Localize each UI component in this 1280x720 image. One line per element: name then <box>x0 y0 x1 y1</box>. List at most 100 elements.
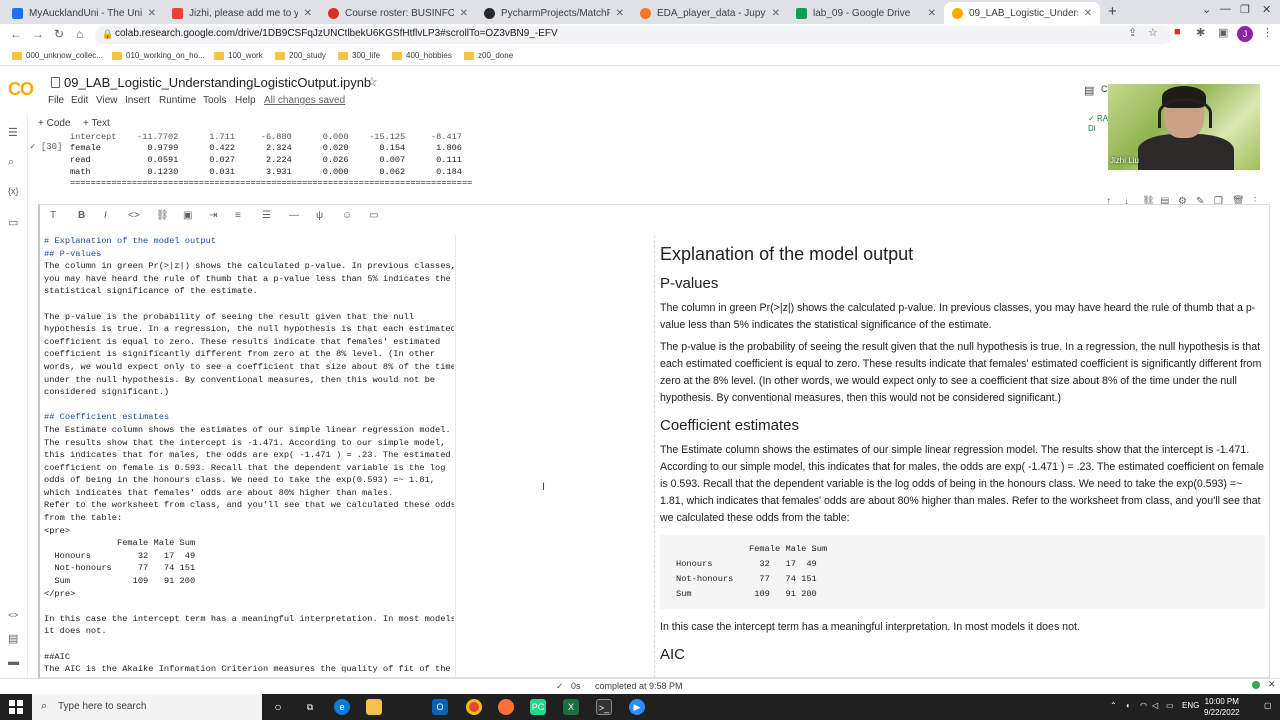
forward-icon[interactable]: → <box>32 27 44 41</box>
bookmark-folder[interactable]: 400_hobbies <box>392 51 452 60</box>
more-menu-icon[interactable]: ⋮ <box>1262 26 1273 39</box>
latex-psi-icon[interactable]: ψ <box>316 210 323 221</box>
bookmark-folder[interactable]: 100_work <box>214 51 263 60</box>
home-icon[interactable]: ⌂ <box>76 27 83 41</box>
tab-title: 09_LAB_Logistic_Understanding <box>969 7 1078 19</box>
close-icon[interactable]: ✕ <box>928 8 936 19</box>
code-icon[interactable]: <> <box>128 210 140 221</box>
star-icon[interactable]: ☆ <box>366 74 378 90</box>
windows-start-icon[interactable] <box>9 700 23 714</box>
menu-help[interactable]: Help <box>235 95 256 106</box>
tray-app-icon[interactable]: ◐ <box>1126 701 1131 710</box>
close-icon[interactable]: ✕ <box>304 8 312 19</box>
close-icon[interactable]: ✕ <box>1084 8 1092 19</box>
zoom-icon[interactable]: ▶ <box>629 699 645 715</box>
variables-icon[interactable]: {x} <box>8 186 19 196</box>
indent-icon[interactable]: ⇥ <box>209 210 217 221</box>
profile-avatar[interactable]: J <box>1237 26 1253 42</box>
bookmark-folder[interactable]: 000_unknow_collec... <box>12 51 103 60</box>
add-code-button[interactable]: + Code <box>38 118 71 129</box>
browser-tab[interactable]: Jizhi, please add me to your Lin ✕ <box>164 2 320 24</box>
outlook-icon[interactable]: O <box>432 699 448 715</box>
preview-layout-icon[interactable]: ▭ <box>369 210 378 221</box>
browser-tab[interactable]: lab_09 - Google Drive ✕ <box>788 2 944 24</box>
browser-tab[interactable]: Course roster: BUSINFO 704: Pr ✕ <box>320 2 476 24</box>
restore-icon[interactable]: ❐ <box>1240 3 1250 16</box>
reload-icon[interactable]: ↻ <box>54 27 64 41</box>
bold-icon[interactable]: B <box>78 210 85 221</box>
ram-disk-indicator[interactable]: ✓ RA Di <box>1088 114 1108 134</box>
code-snippets-icon[interactable]: <> <box>8 610 19 620</box>
italic-icon[interactable]: I <box>104 210 107 221</box>
close-window-icon[interactable]: ✕ <box>1262 3 1271 16</box>
menu-runtime[interactable]: Runtime <box>159 95 196 106</box>
notebook-title[interactable]: 09_LAB_Logistic_UnderstandingLogisticOut… <box>64 75 371 90</box>
volume-icon[interactable]: ◁ <box>1152 701 1158 710</box>
browser-tab-active[interactable]: 09_LAB_Logistic_Understanding ✕ <box>944 2 1100 24</box>
menu-file[interactable]: File <box>48 95 64 106</box>
notifications-icon[interactable]: ▢ <box>1264 701 1272 710</box>
taskbar-search-input[interactable]: ⌕ Type here to search <box>32 694 262 720</box>
close-icon[interactable]: ✕ <box>1268 679 1276 690</box>
extensions-puzzle-icon[interactable]: ✱ <box>1196 26 1205 39</box>
close-icon[interactable]: ✕ <box>616 8 624 19</box>
bookmark-folder[interactable]: z00_done <box>464 51 513 60</box>
add-text-button[interactable]: + Text <box>83 118 110 129</box>
bookmark-folder[interactable]: 300_life <box>338 51 380 60</box>
menu-edit[interactable]: Edit <box>71 95 88 106</box>
url-input[interactable]: 🔒 colab.research.google.com/drive/1DB9CSF… <box>95 26 1172 44</box>
minimize-icon[interactable]: — <box>1220 3 1231 15</box>
close-icon[interactable]: ✕ <box>772 8 780 19</box>
terminal-icon[interactable]: ▬ <box>8 656 19 668</box>
edge-icon[interactable]: e <box>334 699 350 715</box>
browser-tab[interactable]: PycharmProjects/MatchFixing/ ✕ <box>476 2 632 24</box>
task-view-icon[interactable]: ⧉ <box>302 699 318 715</box>
colab-logo[interactable]: CO <box>8 79 34 100</box>
comment-icon[interactable]: ▤ <box>1084 84 1094 97</box>
save-status-link[interactable]: All changes saved <box>264 95 345 106</box>
bookmark-folder[interactable]: 200_study <box>275 51 326 60</box>
share-icon[interactable]: ⇪ <box>1128 26 1137 39</box>
pycharm-icon[interactable]: PC <box>530 699 546 715</box>
firefox-icon[interactable] <box>498 699 514 715</box>
menu-view[interactable]: View <box>96 95 118 106</box>
bookmark-star-icon[interactable]: ☆ <box>1148 26 1158 39</box>
excel-icon[interactable]: X <box>563 699 579 715</box>
image-icon[interactable]: ▣ <box>183 210 192 221</box>
close-icon[interactable]: ✕ <box>148 8 156 19</box>
tab-title: MyAucklandUni - The University <box>29 7 142 19</box>
command-palette-icon[interactable]: ▤ <box>8 632 18 645</box>
menu-tools[interactable]: Tools <box>203 95 226 106</box>
terminal-icon[interactable]: >_ <box>596 699 612 715</box>
emoji-icon[interactable]: ☺ <box>342 210 352 221</box>
extension-icon[interactable]: ■ <box>1174 26 1181 38</box>
link-icon[interactable]: ⛓ <box>156 210 169 221</box>
new-tab-button[interactable]: + <box>1108 3 1117 20</box>
battery-icon[interactable]: ▭ <box>1166 701 1174 710</box>
back-icon[interactable]: ← <box>10 27 22 41</box>
bullet-list-icon[interactable]: ☰ <box>262 210 271 221</box>
numbered-list-icon[interactable]: ≡ <box>235 210 241 221</box>
tray-chevron-icon[interactable]: ⌃ <box>1110 701 1117 710</box>
file-explorer-icon[interactable] <box>366 699 382 715</box>
horizontal-rule-icon[interactable]: — <box>289 210 299 221</box>
search-icon[interactable]: ⌕ <box>8 156 14 169</box>
browser-tab[interactable]: MyAucklandUni - The University ✕ <box>4 2 164 24</box>
tab-title: Jizhi, please add me to your Lin <box>189 7 298 19</box>
source-line: considered significant.) <box>44 387 170 398</box>
files-folder-icon[interactable]: ▭ <box>8 216 18 229</box>
markdown-source[interactable]: # Explanation of the model output ## P-va… <box>44 235 454 678</box>
browser-tab[interactable]: EDA_player_data - Jupyter Note ✕ <box>632 2 788 24</box>
heading-icon[interactable]: T <box>50 210 56 221</box>
cortana-icon[interactable]: ○ <box>270 699 286 715</box>
close-icon[interactable]: ✕ <box>460 8 468 19</box>
taskbar-clock[interactable]: 10:00 PM 9/22/2022 <box>1204 696 1240 718</box>
table-of-contents-icon[interactable]: ☰ <box>8 126 18 139</box>
language-indicator[interactable]: ENG <box>1182 701 1199 710</box>
menu-insert[interactable]: Insert <box>125 95 150 106</box>
bookmark-folder[interactable]: 010_working_on_ho... <box>112 51 205 60</box>
wifi-icon[interactable]: ◠ <box>1140 701 1147 710</box>
chrome-icon[interactable] <box>466 699 482 715</box>
sidepanel-icon[interactable]: ▣ <box>1218 26 1228 39</box>
chevron-down-icon[interactable]: ⌄ <box>1202 3 1211 16</box>
